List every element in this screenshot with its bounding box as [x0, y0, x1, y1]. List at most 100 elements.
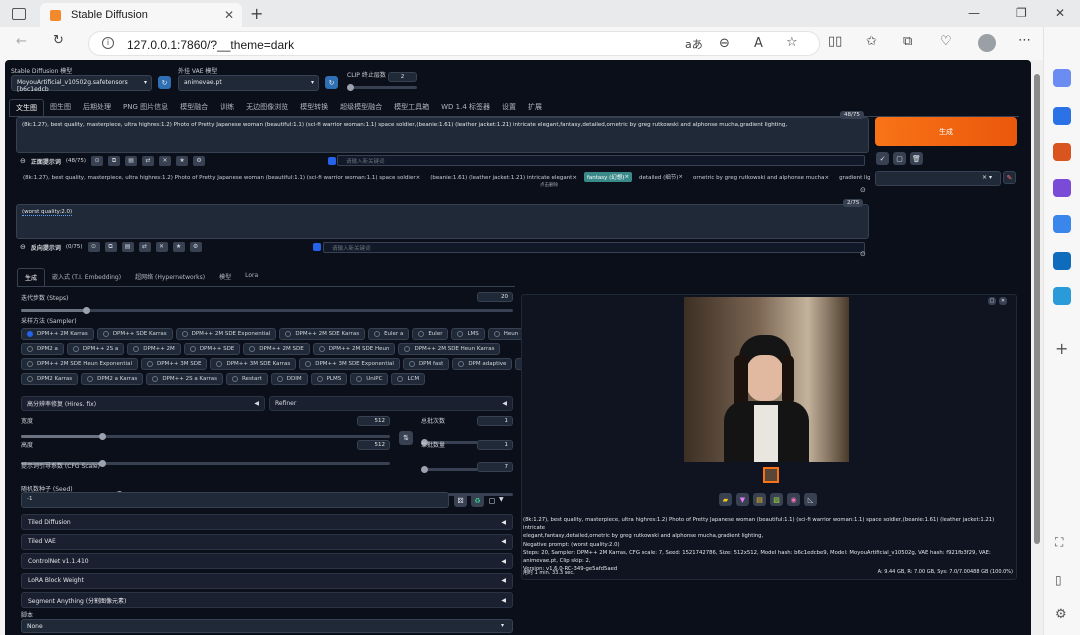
sampler-option[interactable]: DPM++ 2M SDE: [243, 343, 310, 355]
prompt-tag-chip[interactable]: gradient lighting ×: [836, 174, 870, 182]
new-tab-button[interactable]: +: [250, 4, 263, 23]
sampler-option[interactable]: DPM adaptive: [452, 358, 513, 370]
prompt-tag-chip[interactable]: (8k:1.27), best quality, masterpiece, ul…: [20, 174, 423, 182]
tab-close-icon[interactable]: ✕: [224, 8, 234, 22]
refiner-accordion[interactable]: Refiner ◀: [269, 396, 513, 411]
slider-knob[interactable]: [421, 466, 428, 473]
sampler-option[interactable]: DPM++ 2M SDE Heun Exponential: [21, 358, 138, 370]
back-icon[interactable]: ←: [16, 34, 27, 49]
seed-input[interactable]: -1: [21, 492, 449, 508]
sub-tab[interactable]: 超网络 (Hypernetworks): [128, 268, 212, 286]
favorites-icon[interactable]: ✩: [866, 34, 877, 49]
sidebar-toggle-icon[interactable]: ▯: [1055, 573, 1062, 587]
slider-knob[interactable]: [99, 460, 107, 467]
slider-knob[interactable]: [99, 433, 107, 440]
generate-button[interactable]: 生成: [875, 117, 1017, 146]
folder-icon[interactable]: ▰: [719, 493, 732, 506]
save-icon[interactable]: ▼: [736, 493, 749, 506]
scroll-up-icon[interactable]: ⊙: [860, 186, 866, 194]
url-text[interactable]: 127.0.0.1:7860/?__theme=dark: [127, 38, 294, 52]
sampler-option[interactable]: DPM2 a: [21, 343, 64, 355]
read-aloud-icon[interactable]: aあ: [685, 36, 703, 52]
collapse-icon[interactable]: ⊖: [20, 243, 26, 251]
games-icon[interactable]: [1053, 179, 1071, 197]
batch-count-value[interactable]: 1: [477, 416, 513, 426]
edit-styles-icon[interactable]: ✎: [1003, 171, 1016, 184]
paste-icon[interactable]: ▤: [121, 242, 134, 252]
clip-value[interactable]: 2: [388, 72, 417, 82]
main-tab[interactable]: 设置: [496, 99, 522, 116]
info-icon[interactable]: i: [102, 37, 114, 49]
zoom-icon[interactable]: ⊖: [719, 36, 730, 51]
width-value[interactable]: 512: [357, 416, 390, 426]
recycle-icon[interactable]: ♻: [471, 494, 484, 507]
extra-toggle-icon[interactable]: ▼: [499, 496, 504, 503]
sampler-option[interactable]: DPM++ 2M SDE Heun: [312, 343, 396, 355]
apply-style-icon[interactable]: ✓: [876, 152, 889, 165]
main-tab[interactable]: WD 1.4 标签器: [435, 99, 496, 116]
history-icon[interactable]: ⊙: [87, 242, 100, 252]
sampler-option[interactable]: Heun: [487, 328, 525, 340]
image-thumbnail[interactable]: [763, 467, 779, 483]
prompt-textarea[interactable]: (8k:1.27), best quality, masterpiece, ul…: [16, 117, 869, 153]
settings-icon[interactable]: ⚙: [1055, 607, 1067, 622]
sampler-option[interactable]: DPM++ SDE: [183, 343, 241, 355]
telegram-icon[interactable]: [1053, 287, 1071, 305]
sub-tab[interactable]: 嵌入式 (T.I. Embedding): [45, 268, 128, 286]
fullscreen-icon[interactable]: ▢: [988, 297, 996, 305]
chip-remove-icon[interactable]: ×: [624, 174, 629, 180]
favorite-icon[interactable]: ★: [176, 156, 189, 166]
extension-accordion[interactable]: LoRA Block Weight ◀: [21, 572, 513, 589]
sampler-option[interactable]: Restart: [225, 373, 268, 385]
zip-icon[interactable]: ▤: [753, 493, 766, 506]
steps-slider[interactable]: [21, 307, 513, 314]
main-tab[interactable]: 模型融合: [174, 99, 214, 116]
refresh-icon[interactable]: ↻: [53, 33, 64, 48]
model-refresh-button[interactable]: ↻: [158, 76, 171, 89]
sampler-option[interactable]: DPM2 a Karras: [81, 373, 144, 385]
slider-knob[interactable]: [83, 307, 91, 314]
paste-params-icon[interactable]: ▢: [893, 152, 906, 165]
search-icon[interactable]: [1053, 69, 1071, 87]
script-select[interactable]: None ▾: [21, 619, 513, 633]
chip-remove-icon[interactable]: ×: [825, 175, 830, 181]
prompt-tag-chip[interactable]: ornetric by greg rutkowski and alphonse …: [690, 174, 832, 182]
translate-icon[interactable]: ⇄: [142, 156, 155, 166]
sampler-option[interactable]: DDIM: [270, 373, 308, 385]
split-screen-icon[interactable]: ▯▯: [828, 34, 842, 49]
collections-icon[interactable]: ⧉: [903, 34, 912, 49]
translate-icon[interactable]: ⇄: [138, 242, 151, 252]
screenshot-icon[interactable]: ⛶: [1055, 535, 1063, 550]
history-icon[interactable]: ⊙: [91, 156, 104, 166]
clear-icon[interactable]: ✕: [155, 242, 168, 252]
prompt-tag-chip[interactable]: fantasy (幻想) ×: [583, 172, 633, 182]
send-inpaint-icon[interactable]: ◉: [787, 493, 800, 506]
sampler-option[interactable]: DPM++ 3M SDE Exponential: [299, 358, 400, 370]
immersive-reader-icon[interactable]: A: [754, 36, 763, 51]
restore-icon[interactable]: ❐: [1016, 6, 1027, 20]
add-sidebar-icon[interactable]: +: [1055, 339, 1068, 358]
sub-tab[interactable]: 模型: [212, 268, 238, 286]
main-tab[interactable]: 训练: [214, 99, 240, 116]
generated-image[interactable]: [684, 297, 849, 462]
tools-icon[interactable]: [1053, 143, 1071, 161]
sampler-option[interactable]: LMS: [451, 328, 485, 340]
prompt-text[interactable]: (8k:1.27), best quality, masterpiece, ul…: [22, 122, 787, 128]
sampler-option[interactable]: DPM fast: [402, 358, 450, 370]
sampler-option[interactable]: DPM2 Karras: [21, 373, 79, 385]
negative-textarea[interactable]: (worst quality:2.0): [16, 204, 869, 239]
steps-value[interactable]: 20: [477, 292, 513, 302]
favorite-icon[interactable]: ★: [172, 242, 185, 252]
main-tab[interactable]: 模型转换: [294, 99, 334, 116]
minimize-icon[interactable]: —: [968, 6, 980, 20]
send-img2img-icon[interactable]: ▨: [770, 493, 783, 506]
sampler-option[interactable]: DPM++ 3M SDE Karras: [210, 358, 297, 370]
sampler-option[interactable]: Euler a: [368, 328, 410, 340]
sub-tab[interactable]: Lora: [238, 268, 265, 286]
clip-slider-knob[interactable]: [347, 84, 354, 91]
more-menu-icon[interactable]: ⋯: [1018, 33, 1031, 48]
main-tab[interactable]: 文生图: [9, 99, 44, 116]
sampler-option[interactable]: DPM++ 3M SDE: [140, 358, 208, 370]
sampler-option[interactable]: UniPC: [350, 373, 389, 385]
chip-remove-icon[interactable]: ×: [572, 175, 577, 181]
